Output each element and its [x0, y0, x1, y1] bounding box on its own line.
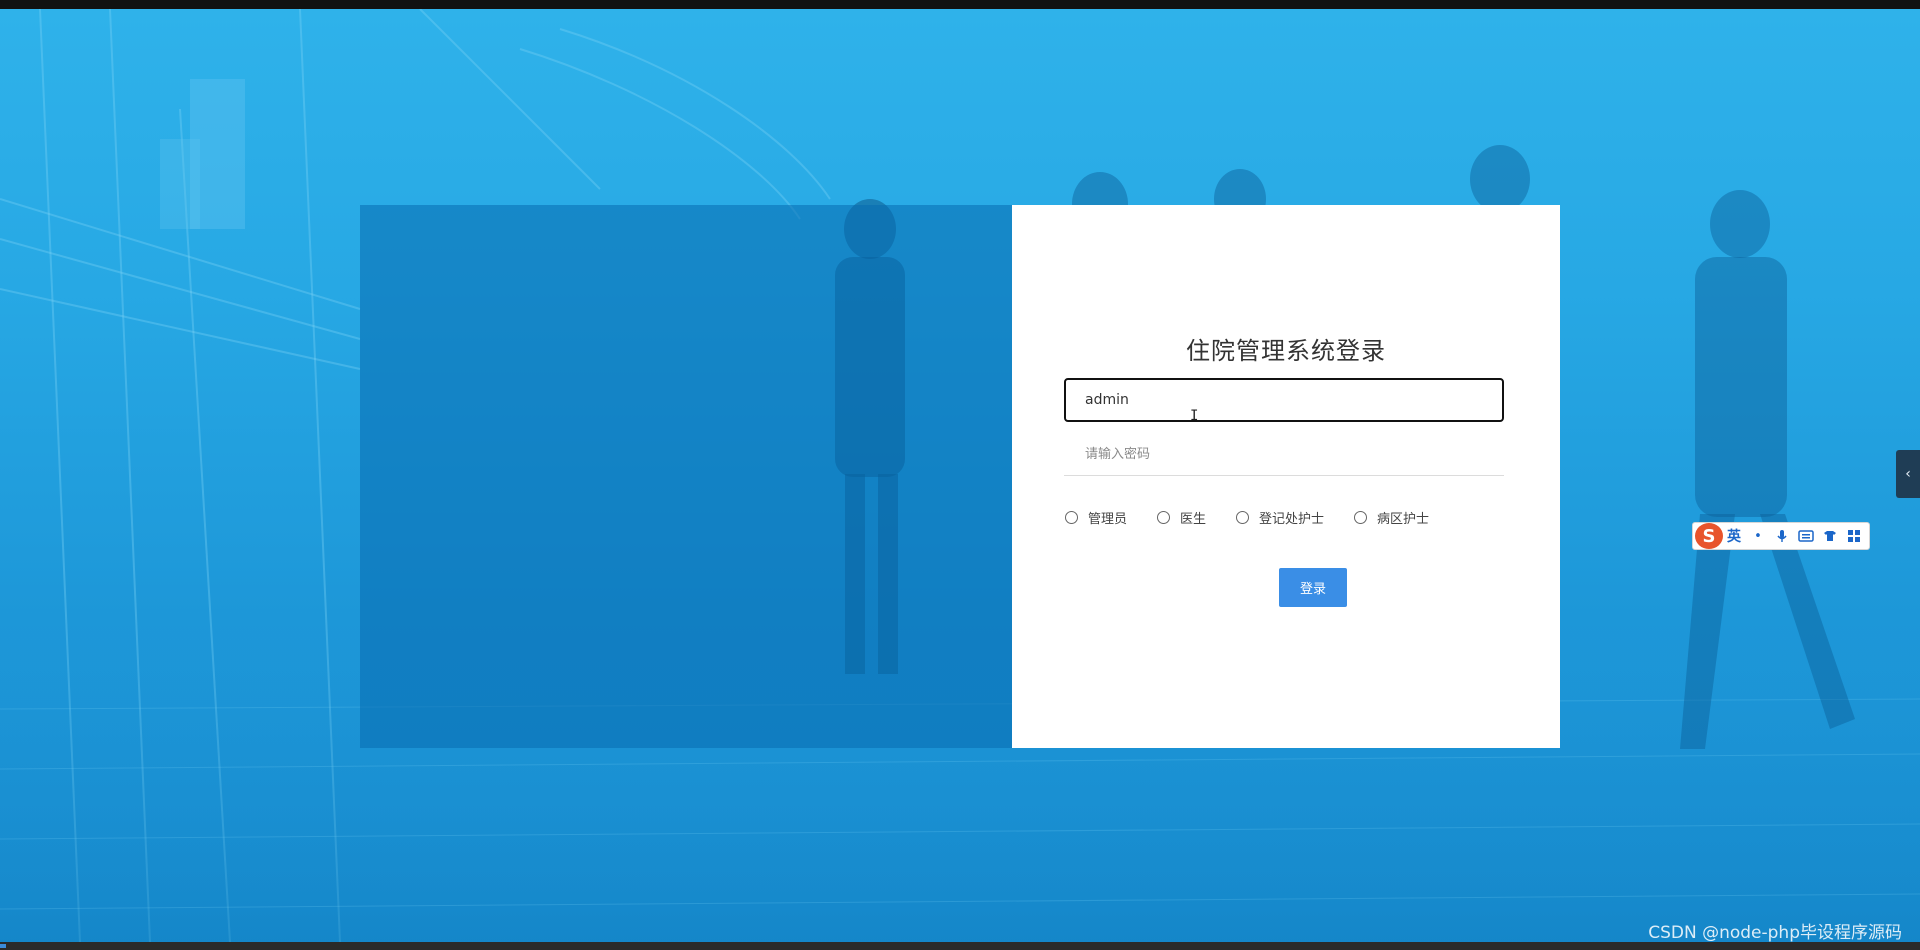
watermark-text: CSDN @node-php毕设程序源码 [1648, 923, 1902, 943]
username-input[interactable] [1064, 378, 1504, 422]
radio-icon[interactable] [1157, 510, 1171, 524]
progress-indicator [0, 944, 6, 948]
ime-logo-icon: S [1695, 523, 1723, 549]
role-option-ward-nurse[interactable]: 病区护士 [1354, 508, 1429, 527]
role-label: 管理员 [1088, 511, 1128, 527]
top-bar [0, 0, 1920, 9]
side-panel-toggle[interactable]: ‹ [1896, 450, 1920, 498]
password-input[interactable] [1064, 433, 1504, 476]
decorative-panel [360, 205, 1012, 748]
chevron-left-icon: ‹ [1905, 466, 1911, 482]
grid-icon[interactable] [1845, 527, 1863, 545]
screen: 住院管理系统登录 管理员 医生 登记处护士 病区护士 登录 I ‹ [0, 0, 1920, 950]
skin-icon[interactable] [1821, 527, 1839, 545]
login-title: 住院管理系统登录 [1186, 337, 1386, 365]
role-label: 医生 [1180, 511, 1207, 527]
role-option-admin[interactable]: 管理员 [1065, 508, 1127, 527]
microphone-icon[interactable] [1773, 527, 1791, 545]
text-cursor-icon: I [1190, 408, 1199, 424]
bottom-progress-bar [0, 942, 1920, 950]
punctuation-icon[interactable]: • [1749, 527, 1767, 545]
role-option-registration-nurse[interactable]: 登记处护士 [1236, 508, 1324, 527]
role-label: 病区护士 [1377, 511, 1430, 527]
radio-icon[interactable] [1236, 510, 1250, 524]
role-option-doctor[interactable]: 医生 [1157, 508, 1206, 527]
ime-toolbar[interactable]: S 英 • [1692, 522, 1870, 550]
login-card: 住院管理系统登录 管理员 医生 登记处护士 病区护士 登录 [1012, 205, 1560, 748]
login-button[interactable]: 登录 [1279, 568, 1347, 607]
radio-icon[interactable] [1065, 510, 1078, 524]
radio-icon[interactable] [1354, 510, 1368, 524]
keyboard-icon[interactable] [1797, 527, 1815, 545]
ime-mode-label[interactable]: 英 [1727, 526, 1741, 546]
role-radio-group: 管理员 医生 登记处护士 病区护士 [1065, 508, 1459, 527]
role-label: 登记处护士 [1259, 511, 1325, 527]
